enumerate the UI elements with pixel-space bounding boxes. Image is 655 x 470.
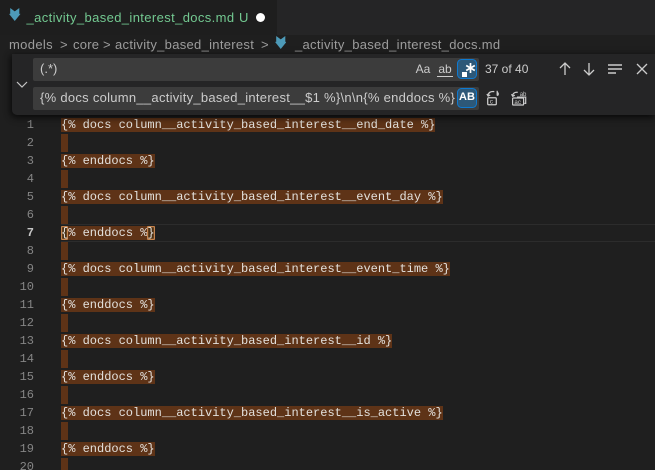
svg-text:ac: ac [514,98,521,105]
svg-text:ab: ab [519,91,526,97]
